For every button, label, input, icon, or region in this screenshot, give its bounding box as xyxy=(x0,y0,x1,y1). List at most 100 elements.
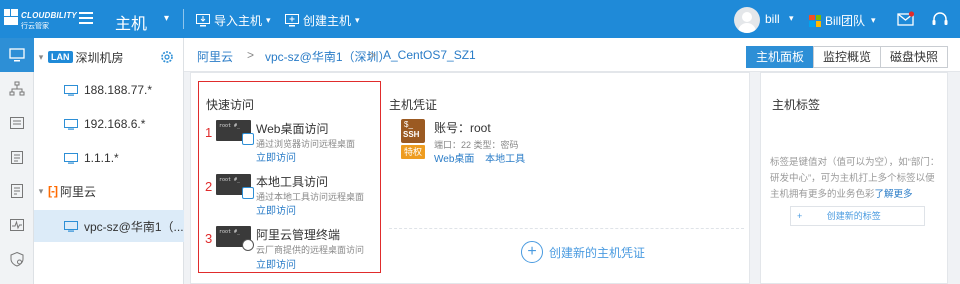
sidebar-item-report[interactable] xyxy=(0,174,34,208)
chevron-down-icon[interactable]: ▾ xyxy=(164,13,169,24)
step-number: 2 xyxy=(205,179,213,194)
headset-icon[interactable] xyxy=(931,11,949,27)
tree-group-aliyun[interactable]: ▾ [-] 阿里云 xyxy=(34,176,184,206)
tags-description: 标签是键值对（值可以为空），如“部门：研发中心”，可为主机打上多个标签以便主机拥… xyxy=(770,157,940,200)
local-tool-badge-icon xyxy=(242,187,254,199)
terminal-text: root #_ xyxy=(219,229,241,235)
tab-monitor-overview[interactable]: 监控概览 xyxy=(812,46,881,68)
terminal-text: root #_ xyxy=(219,123,241,129)
chevron-down-icon: ▾ xyxy=(871,15,876,25)
menu-icon[interactable] xyxy=(79,12,93,24)
clipboard-icon xyxy=(11,151,23,164)
web-desktop-title[interactable]: Web桌面访问 xyxy=(256,120,328,137)
sidebar-item-monitor[interactable] xyxy=(0,208,34,242)
sidebar-item-hosts[interactable] xyxy=(0,38,34,72)
gear-icon[interactable] xyxy=(160,50,174,64)
host-icon xyxy=(64,152,78,164)
add-circle-icon: + xyxy=(521,241,543,263)
breadcrumb-separator: > xyxy=(369,48,377,62)
shield-icon xyxy=(10,251,24,267)
create-tag-label: 创建新的标签 xyxy=(826,211,881,221)
sidebar-item-security[interactable] xyxy=(0,242,34,276)
tree-group-lan[interactable]: ▾ LAN 深圳机房 xyxy=(34,42,184,72)
host-label: 188.188.77.* xyxy=(84,83,153,97)
privilege-badge: 特权 xyxy=(401,145,425,159)
step-number: 3 xyxy=(205,231,213,246)
breadcrumb-item[interactable]: A_CentOS7_SZ1 xyxy=(383,48,476,62)
list-icon xyxy=(10,117,24,129)
message-icon[interactable] xyxy=(897,11,915,27)
step-number: 1 xyxy=(205,125,213,140)
host-tree: ▾ LAN 深圳机房 188.188.77.* 192.168.6.* 1.1.… xyxy=(34,38,184,284)
aliyun-terminal-desc: 云厂商提供的远程桌面访问 xyxy=(256,245,365,255)
brand-subtitle: 行云管家 xyxy=(21,23,49,30)
chevron-down-icon[interactable]: ▾ xyxy=(34,52,48,63)
aliyun-logo-icon: [-] xyxy=(48,184,58,198)
monitor-add-icon xyxy=(285,14,299,27)
ssh-prompt: $_ xyxy=(404,120,413,129)
import-host-button[interactable]: 导入主机 ▾ xyxy=(196,12,271,29)
tags-title: 主机标签 xyxy=(772,98,821,112)
tree-item-host-selected[interactable]: vpc-sz@华南1（... xyxy=(34,210,184,242)
brand-logo[interactable]: CLOUDBILITY 行云管家 xyxy=(4,9,77,31)
tree-item-host[interactable]: 1.1.1.* xyxy=(34,143,184,173)
link-badge-icon xyxy=(242,239,254,251)
create-host-label: 创建主机 xyxy=(303,14,352,28)
aliyun-terminal-link[interactable]: 立即访问 xyxy=(256,256,296,271)
add-credential-button[interactable]: + 创建新的主机凭证 xyxy=(521,241,645,263)
import-host-label: 导入主机 xyxy=(214,14,263,28)
tree-group-label: 深圳机房 xyxy=(75,50,124,65)
tab-host-panel[interactable]: 主机面板 xyxy=(745,46,814,68)
monitor-icon xyxy=(9,48,25,62)
aliyun-terminal-title[interactable]: 阿里云管理终端 xyxy=(256,226,340,243)
breadcrumb: 阿里云 > vpc-sz@华南1（深圳） > A_CentOS7_SZ1 主机面… xyxy=(184,38,960,72)
sidebar-item-clipboard[interactable] xyxy=(0,140,34,174)
browser-badge-icon xyxy=(242,133,254,145)
create-host-button[interactable]: 创建主机 ▾ xyxy=(285,12,360,29)
network-icon xyxy=(9,81,25,96)
tree-group-label: 阿里云 xyxy=(60,184,97,199)
credential-links: Web桌面 本地工具 xyxy=(434,150,525,165)
brand-name: CLOUDBILITY xyxy=(21,11,77,20)
tree-item-host[interactable]: 188.188.77.* xyxy=(34,75,184,105)
local-tool-link[interactable]: 立即访问 xyxy=(256,202,296,217)
view-switcher: 主机面板 监控概览 磁盘快照 xyxy=(745,46,948,68)
web-desktop-credential-link[interactable]: Web桌面 xyxy=(434,154,474,165)
tree-item-host[interactable]: 192.168.6.* xyxy=(34,109,184,139)
credential-account: 账号：root xyxy=(434,121,491,135)
add-credential-label: 创建新的主机凭证 xyxy=(549,245,646,260)
learn-more-link[interactable]: 了解更多 xyxy=(875,189,913,200)
local-tool-title[interactable]: 本地工具访问 xyxy=(256,173,328,190)
chevron-down-icon[interactable]: ▾ xyxy=(789,13,794,24)
module-title[interactable]: 主机 xyxy=(115,10,147,34)
local-tool-credential-link[interactable]: 本地工具 xyxy=(485,154,525,165)
host-label: 1.1.1.* xyxy=(84,151,119,165)
host-icon xyxy=(64,220,78,232)
divider xyxy=(389,228,744,229)
module-sidebar xyxy=(0,38,34,284)
host-icon xyxy=(64,84,78,96)
sidebar-item-list[interactable] xyxy=(0,106,34,140)
plus-icon: + xyxy=(797,211,803,221)
divider xyxy=(183,9,184,29)
terminal-text: root #_ xyxy=(219,177,241,183)
tab-disk-snapshot[interactable]: 磁盘快照 xyxy=(879,46,948,68)
chevron-down-icon: ▾ xyxy=(266,15,271,25)
logo-mark-icon xyxy=(4,9,18,25)
breadcrumb-item[interactable]: 阿里云 xyxy=(197,48,233,65)
lan-badge: LAN xyxy=(48,51,73,63)
chevron-down-icon[interactable]: ▾ xyxy=(34,186,48,197)
create-tag-button[interactable]: + 创建新的标签 xyxy=(790,206,925,226)
chevron-down-icon: ▾ xyxy=(355,15,360,25)
ssh-label: SSH xyxy=(403,130,420,139)
avatar[interactable] xyxy=(734,7,760,33)
host-label: 192.168.6.* xyxy=(84,117,146,131)
team-name: Bill团队 xyxy=(825,14,866,28)
web-desktop-link[interactable]: 立即访问 xyxy=(256,149,296,164)
sidebar-item-topology[interactable] xyxy=(0,72,34,106)
team-switcher[interactable]: Bill团队 ▾ xyxy=(809,12,876,29)
host-label: vpc-sz@华南1（... xyxy=(84,219,184,234)
top-bar: CLOUDBILITY 行云管家 主机 ▾ 导入主机 ▾ 创建主机 ▾ bill… xyxy=(0,0,960,38)
user-name[interactable]: bill xyxy=(765,12,780,26)
pulse-icon xyxy=(10,219,24,231)
